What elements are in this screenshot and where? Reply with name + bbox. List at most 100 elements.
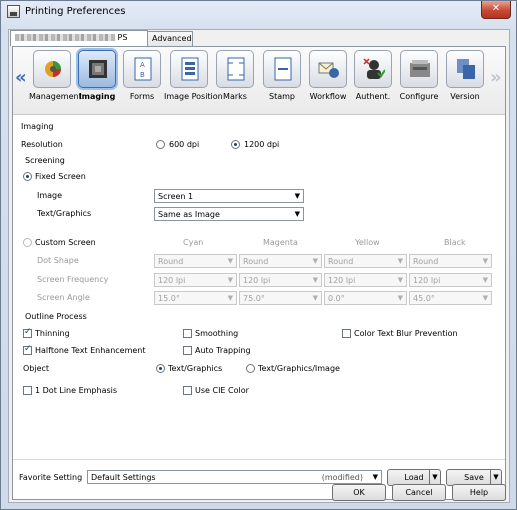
chevron-down-icon: ▼ bbox=[312, 294, 318, 302]
object-text-graphics-radio[interactable] bbox=[156, 364, 165, 373]
cancel-button[interactable]: Cancel bbox=[392, 484, 446, 501]
thinning-checkbox[interactable] bbox=[23, 327, 32, 338]
tool-version[interactable]: Version bbox=[442, 50, 488, 114]
angle-magenta-select[interactable]: 75.0° ▼ bbox=[239, 291, 322, 305]
frequency-magenta-select[interactable]: 120 lpi ▼ bbox=[239, 273, 322, 287]
forms-icon: AB bbox=[123, 50, 161, 88]
scroll-right-button[interactable]: » bbox=[490, 67, 502, 88]
tool-configure[interactable]: Configure bbox=[396, 50, 442, 114]
smoothing-label: Smoothing bbox=[195, 329, 239, 338]
title-bar[interactable]: Printing Preferences ✕ bbox=[1, 1, 516, 23]
management-icon bbox=[33, 50, 71, 88]
svg-text:B: B bbox=[140, 71, 145, 79]
tool-label: Configure bbox=[399, 92, 439, 101]
dot-shape-cyan-value: Round bbox=[158, 257, 184, 266]
chevron-down-icon: ▼ bbox=[294, 192, 300, 200]
cie-color-checkbox[interactable] bbox=[183, 386, 192, 395]
column-yellow: Yellow bbox=[355, 238, 380, 247]
thinning-label: Thinning bbox=[35, 329, 70, 338]
angle-yellow-select[interactable]: 0.0° ▼ bbox=[324, 291, 407, 305]
dot-shape-yellow-select[interactable]: Round ▼ bbox=[324, 254, 407, 268]
tool-stamp[interactable]: Stamp bbox=[259, 50, 305, 114]
resolution-1200-radio[interactable] bbox=[231, 140, 240, 149]
chevron-down-icon: ▼ bbox=[227, 257, 233, 265]
tab-advanced[interactable]: Advanced bbox=[147, 31, 193, 46]
text-graphics-select[interactable]: Same as Image ▼ bbox=[154, 207, 304, 221]
fixed-screen-radio[interactable] bbox=[23, 172, 32, 181]
smoothing-checkbox[interactable] bbox=[183, 329, 192, 338]
tool-label: Marks bbox=[223, 92, 247, 101]
marks-icon bbox=[216, 50, 254, 88]
chevron-down-icon: ▼ bbox=[312, 257, 318, 265]
angle-black-select[interactable]: 45.0° ▼ bbox=[409, 291, 492, 305]
custom-screen-label: Custom Screen bbox=[35, 238, 96, 247]
tool-label: Forms bbox=[129, 92, 155, 101]
configure-icon bbox=[400, 50, 438, 88]
window-title: Printing Preferences bbox=[25, 6, 126, 17]
angle-black-value: 45.0° bbox=[413, 294, 435, 303]
chevron-down-icon: ▼ bbox=[397, 257, 403, 265]
dot-shape-magenta-select[interactable]: Round ▼ bbox=[239, 254, 322, 268]
tool-management[interactable]: Management bbox=[29, 50, 82, 114]
dot-shape-cyan-select[interactable]: Round ▼ bbox=[154, 254, 237, 268]
tool-marks[interactable]: Marks bbox=[212, 50, 258, 114]
object-text-graphics-label: Text/Graphics bbox=[168, 364, 223, 373]
tool-forms[interactable]: AB Forms bbox=[119, 50, 165, 114]
angle-yellow-value: 0.0° bbox=[328, 294, 345, 303]
screening-section-title: Screening bbox=[25, 156, 65, 165]
tool-label: Imaging bbox=[78, 92, 116, 101]
close-button[interactable]: ✕ bbox=[481, 1, 511, 19]
tool-image-position[interactable]: Image Position bbox=[164, 50, 223, 114]
imaging-panel: « » Management Imaging AB Forms Image Po… bbox=[12, 46, 506, 500]
dot-shape-label: Dot Shape bbox=[37, 256, 79, 265]
outline-section-title: Outline Process bbox=[25, 312, 87, 321]
chevron-down-icon: ▼ bbox=[482, 276, 488, 284]
ok-button[interactable]: OK bbox=[332, 484, 386, 501]
tool-workflow[interactable]: Workflow bbox=[305, 50, 351, 114]
redacted-printer-name bbox=[15, 34, 115, 41]
chevron-down-icon: ▼ bbox=[397, 294, 403, 302]
object-text-graphics-image-radio[interactable] bbox=[246, 364, 255, 373]
halftone-checkbox[interactable] bbox=[23, 344, 32, 355]
tab-ps[interactable]: PS bbox=[10, 30, 148, 46]
tool-label: Management bbox=[29, 92, 82, 101]
dot-line-checkbox[interactable] bbox=[23, 386, 32, 395]
workflow-icon bbox=[309, 50, 347, 88]
help-button[interactable]: Help bbox=[452, 484, 506, 501]
frequency-cyan-select[interactable]: 120 lpi ▼ bbox=[154, 273, 237, 287]
version-icon bbox=[446, 50, 484, 88]
tool-label: Image Position bbox=[164, 92, 223, 101]
dot-shape-black-select[interactable]: Round ▼ bbox=[409, 254, 492, 268]
chevron-down-icon: ▼ bbox=[482, 257, 488, 265]
angle-cyan-select[interactable]: 15.0° ▼ bbox=[154, 291, 237, 305]
frequency-yellow-select[interactable]: 120 lpi ▼ bbox=[324, 273, 407, 287]
auto-trapping-checkbox[interactable] bbox=[183, 346, 192, 355]
resolution-1200-label: 1200 dpi bbox=[244, 140, 280, 149]
resolution-600-radio[interactable] bbox=[156, 140, 165, 149]
column-cyan: Cyan bbox=[183, 238, 204, 247]
tool-imaging[interactable]: Imaging bbox=[74, 50, 120, 114]
tool-label: Stamp bbox=[269, 92, 295, 101]
resolution-600-label: 600 dpi bbox=[169, 140, 200, 149]
image-screen-select[interactable]: Screen 1 ▼ bbox=[154, 189, 304, 203]
color-blur-label: Color Text Blur Prevention bbox=[354, 329, 458, 338]
chevron-down-icon: ▼ bbox=[227, 294, 233, 302]
tool-authent[interactable]: Authent. bbox=[350, 50, 396, 114]
stamp-icon bbox=[263, 50, 301, 88]
color-blur-checkbox[interactable] bbox=[342, 329, 351, 338]
svg-text:A: A bbox=[140, 61, 145, 69]
printer-icon bbox=[7, 5, 20, 18]
halftone-label: Halftone Text Enhancement bbox=[35, 346, 146, 355]
frequency-black-value: 120 lpi bbox=[413, 276, 441, 285]
dot-shape-yellow-value: Round bbox=[328, 257, 354, 266]
cie-color-label: Use CIE Color bbox=[195, 386, 249, 395]
chevron-down-icon: ▼ bbox=[312, 276, 318, 284]
divider bbox=[13, 459, 505, 460]
tool-label: Workflow bbox=[309, 92, 347, 101]
resolution-label: Resolution bbox=[21, 140, 63, 149]
authentication-icon bbox=[354, 50, 392, 88]
frequency-black-select[interactable]: 120 lpi ▼ bbox=[409, 273, 492, 287]
custom-screen-radio[interactable] bbox=[23, 238, 32, 247]
scroll-left-button[interactable]: « bbox=[15, 67, 27, 88]
dot-shape-magenta-value: Round bbox=[243, 257, 269, 266]
